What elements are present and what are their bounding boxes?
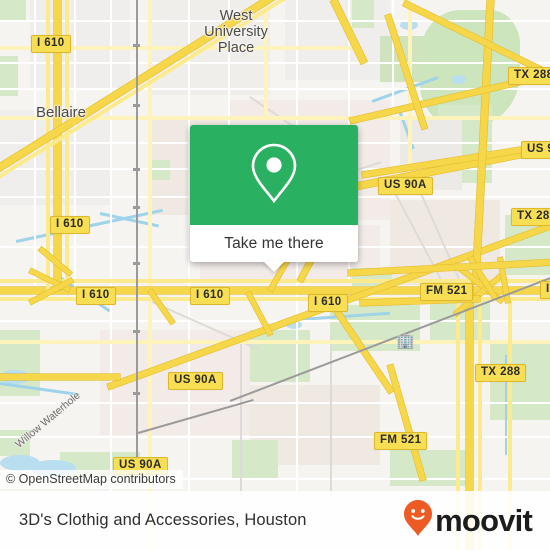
railway-tick: [133, 262, 140, 265]
street-label-willow-waterhole: Willow Waterhole: [13, 389, 83, 451]
highway-shield-fm521[interactable]: FM 521: [374, 432, 428, 450]
landuse-green: [0, 0, 26, 22]
railway: [136, 0, 138, 470]
moovit-wordmark: moovit: [435, 503, 533, 538]
place-title: 3D's Clothig and Accessories, Houston: [19, 511, 307, 529]
place-label-west-university-place: West University Place: [196, 8, 276, 56]
poi-icon: 🏢: [396, 333, 415, 350]
bottom-bar: 3D's Clothig and Accessories, Houston mo…: [0, 491, 550, 550]
place-label-line: University: [204, 24, 268, 40]
railway-tick: [133, 44, 140, 47]
location-pin-icon: [250, 142, 298, 209]
highway-shield-us90a[interactable]: US 90A: [168, 372, 223, 390]
moovit-logo[interactable]: moovit: [403, 499, 533, 542]
take-me-there-popup[interactable]: Take me there: [190, 125, 358, 272]
railway-tick: [133, 330, 140, 333]
highway-shield-us90a[interactable]: US 90A: [378, 177, 433, 195]
street: [392, 0, 394, 120]
railway-tick: [133, 206, 140, 209]
highway-shield-tx288[interactable]: TX 288: [508, 67, 550, 85]
railway-tick: [133, 168, 140, 171]
place-label-bellaire: Bellaire: [36, 104, 87, 121]
highway-shield-tx288[interactable]: TX 288: [511, 208, 550, 226]
water-body: [0, 455, 40, 471]
street: [0, 62, 550, 64]
highway-shield-us9[interactable]: US 9: [521, 141, 550, 159]
railway-tick: [133, 104, 140, 107]
highway-shield-fm521[interactable]: FM 521: [420, 283, 474, 301]
popup-tail: [263, 261, 285, 272]
map-canvas[interactable]: 🏢 Willow Waterhole West University Place…: [0, 0, 550, 550]
railway-tick: [133, 392, 140, 395]
water-body: [452, 75, 466, 84]
place-label-line: West: [219, 8, 253, 24]
highway-shield-i610[interactable]: I 610: [76, 287, 116, 305]
highway-shield-i6[interactable]: I 6: [540, 281, 550, 299]
highway-shield-i610[interactable]: I 610: [308, 294, 348, 312]
street: [296, 0, 298, 550]
highway-shield-tx288[interactable]: TX 288: [475, 364, 527, 382]
map-screen: 🏢 Willow Waterhole West University Place…: [0, 0, 550, 550]
moovit-smiley-pin-icon: [403, 499, 433, 542]
landuse-green: [232, 440, 278, 480]
street: [110, 0, 112, 550]
landuse-green: [352, 0, 374, 28]
road-trunk-us90a: [0, 374, 120, 380]
highway-shield-i610[interactable]: I 610: [190, 287, 230, 305]
highway-shield-i610[interactable]: I 610: [50, 216, 90, 234]
street: [188, 0, 190, 550]
street: [74, 0, 76, 300]
street: [240, 336, 242, 496]
popup-image-area: [190, 125, 358, 225]
place-label-line: Place: [217, 40, 255, 56]
osm-attribution[interactable]: © OpenStreetMap contributors: [0, 470, 183, 489]
highway-shield-i610[interactable]: I 610: [31, 35, 71, 53]
take-me-there-label[interactable]: Take me there: [190, 225, 358, 262]
